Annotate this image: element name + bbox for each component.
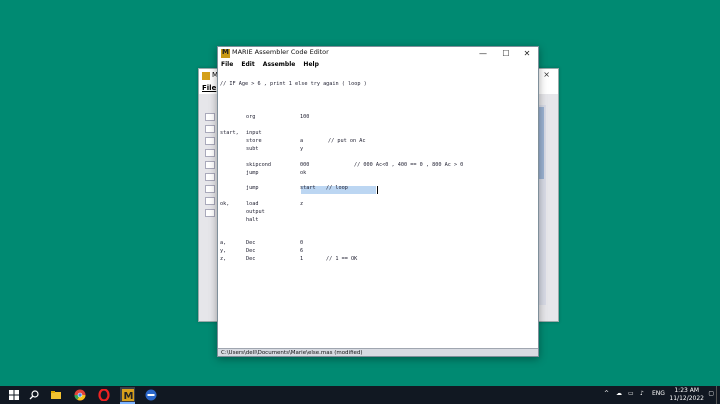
code-instr: jump — [246, 185, 259, 191]
code-instr: skipcond — [246, 162, 271, 168]
cloud-icon[interactable]: ☁ — [616, 390, 622, 397]
code-operand: ok — [300, 170, 307, 176]
side-button[interactable] — [205, 125, 215, 133]
code-comment: // 000 Ac<0 , 400 == 0 , 800 Ac > 0 — [354, 162, 464, 168]
menu-edit[interactable]: Edit — [241, 61, 254, 68]
code-instr: jump — [246, 170, 259, 176]
code-instr: Dec — [246, 248, 256, 254]
menu-help[interactable]: Help — [303, 61, 318, 68]
titlebar[interactable]: MARIE Assembler Code Editor — ☐ ✕ — [218, 47, 538, 60]
code-operand: 0 — [300, 240, 304, 246]
opera-icon[interactable] — [98, 389, 110, 401]
code-operand: 100 — [300, 114, 310, 120]
menu-file[interactable]: File — [221, 61, 233, 68]
code-label: y, — [220, 248, 227, 254]
side-button[interactable] — [205, 209, 215, 217]
code-instr: output — [246, 209, 265, 215]
code-operand: 1 — [300, 256, 304, 262]
marie-app-icon — [202, 72, 210, 80]
code-label: a, — [220, 240, 227, 246]
windows-icon[interactable] — [8, 389, 20, 401]
code-comment: // 1 == OK — [326, 256, 358, 262]
side-button[interactable] — [205, 173, 215, 181]
minimize-button[interactable]: — — [472, 47, 494, 60]
clock[interactable]: 1:23 AM 11/12/2022 — [669, 387, 704, 403]
chevron-up-icon[interactable]: ^ — [604, 390, 609, 397]
network-icon[interactable]: ▭ — [628, 390, 634, 397]
side-button[interactable] — [205, 197, 215, 205]
code-instr: input — [246, 130, 262, 136]
side-button[interactable] — [205, 113, 215, 121]
search-icon[interactable] — [28, 389, 40, 401]
text-caret — [377, 186, 378, 194]
window-title: MARIE Assembler Code Editor — [232, 48, 329, 56]
code-instr: Dec — [246, 256, 256, 262]
code-editor-window[interactable]: MARIE Assembler Code Editor — ☐ ✕ File E… — [217, 46, 539, 357]
code-comment-header: // IF Age > 6 , print 1 else try again (… — [220, 81, 367, 87]
svg-text:M: M — [124, 391, 134, 401]
code-instr: store — [246, 138, 262, 144]
clock-time: 1:23 AM — [674, 387, 700, 394]
status-bar: C:\Users\dell\Documents\Marie\else.mas (… — [218, 348, 538, 356]
code-operand: a — [300, 138, 304, 144]
code-instr: load — [246, 201, 259, 207]
side-button[interactable] — [205, 185, 215, 193]
taskbar: M ^ ☁ ▭ ♪ ENG 1:23 AM 11/12/2022 ▢ — [0, 386, 720, 404]
code-operand: start — [300, 185, 316, 191]
volume-icon[interactable]: ♪ — [640, 390, 644, 397]
chrome-icon[interactable] — [74, 389, 86, 401]
side-button[interactable] — [205, 137, 215, 145]
notification-icon[interactable]: ▢ — [708, 390, 714, 397]
maximize-button[interactable]: ☐ — [495, 47, 517, 60]
code-comment: // loop — [326, 185, 348, 191]
code-comment: // put on Ac — [328, 138, 366, 144]
menu-assemble[interactable]: Assemble — [263, 61, 296, 68]
code-label: ok, — [220, 201, 230, 207]
code-editor[interactable]: // IF Age > 6 , print 1 else try again (… — [218, 72, 538, 347]
code-instr: Dec — [246, 240, 256, 246]
marie-app-icon — [221, 48, 230, 58]
file-explorer-icon[interactable] — [50, 389, 62, 401]
side-button[interactable] — [205, 161, 215, 169]
show-desktop-button[interactable] — [716, 386, 720, 404]
code-operand: 6 — [300, 248, 304, 254]
code-instr: subt — [246, 146, 259, 152]
clock-date: 11/12/2022 — [669, 395, 704, 402]
marie-icon[interactable]: M — [122, 389, 134, 401]
code-operand: z — [300, 201, 304, 207]
language-indicator[interactable]: ENG — [652, 390, 665, 397]
menubar: File Edit Assemble Help — [218, 60, 538, 70]
code-instr: org — [246, 114, 256, 120]
app-icon[interactable] — [145, 389, 157, 401]
close-icon[interactable]: × — [543, 70, 550, 79]
code-operand: 000 — [300, 162, 310, 168]
code-operand: y — [300, 146, 304, 152]
code-label: z, — [220, 256, 227, 262]
side-button[interactable] — [205, 149, 215, 157]
code-label: start, — [220, 130, 239, 136]
code-instr: halt — [246, 217, 259, 223]
close-button[interactable]: ✕ — [516, 47, 538, 60]
